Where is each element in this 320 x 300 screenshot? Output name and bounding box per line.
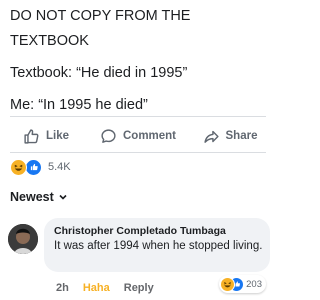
reaction-count: 5.4K <box>48 161 71 173</box>
chevron-down-icon <box>59 194 67 200</box>
post-line: Me: “In 1995 he died” <box>10 97 148 113</box>
comment-label: Comment <box>122 130 177 142</box>
comment-text: It was after 1994 when he stopped living… <box>54 240 263 252</box>
like-button[interactable]: Like <box>0 124 92 148</box>
thumbs-up-icon <box>24 128 39 144</box>
share-button[interactable]: Share <box>184 124 276 148</box>
comment-reaction-summary[interactable]: 203 <box>219 275 266 293</box>
post-text: DO NOT COPY FROM THE TEXTBOOK Textbook: … <box>10 4 270 118</box>
share-label: Share <box>225 130 258 142</box>
comment-author[interactable]: Christopher Completado Tumbaga <box>54 225 226 237</box>
haha-reaction-icon <box>220 276 236 292</box>
avatar[interactable] <box>8 224 38 254</box>
comment-bubble-icon <box>101 128 116 143</box>
sort-dropdown[interactable]: Newest <box>10 190 68 204</box>
like-reaction-icon <box>25 158 42 176</box>
divider <box>10 116 266 117</box>
haha-button[interactable]: Haha <box>83 282 110 294</box>
share-arrow-icon <box>203 130 219 143</box>
reply-button[interactable]: Reply <box>124 282 154 294</box>
like-label: Like <box>45 130 69 142</box>
post-line: Textbook: “He died in 1995” <box>10 65 188 81</box>
divider <box>10 152 266 153</box>
comment-reaction-count: 203 <box>246 278 262 290</box>
comment-footer: 2h Haha Reply <box>56 282 154 294</box>
haha-reaction-icon <box>10 158 27 176</box>
action-bar: Like Comment Share <box>0 124 276 148</box>
sort-label: Newest <box>10 190 54 204</box>
reaction-summary[interactable]: 5.4K <box>10 158 71 176</box>
comment-button[interactable]: Comment <box>92 124 184 148</box>
comment-bubble: Christopher Completado Tumbaga It was af… <box>44 218 270 272</box>
post-line: TEXTBOOK <box>10 33 89 49</box>
comment-time[interactable]: 2h <box>56 282 69 294</box>
post-line: DO NOT COPY FROM THE <box>10 8 191 24</box>
